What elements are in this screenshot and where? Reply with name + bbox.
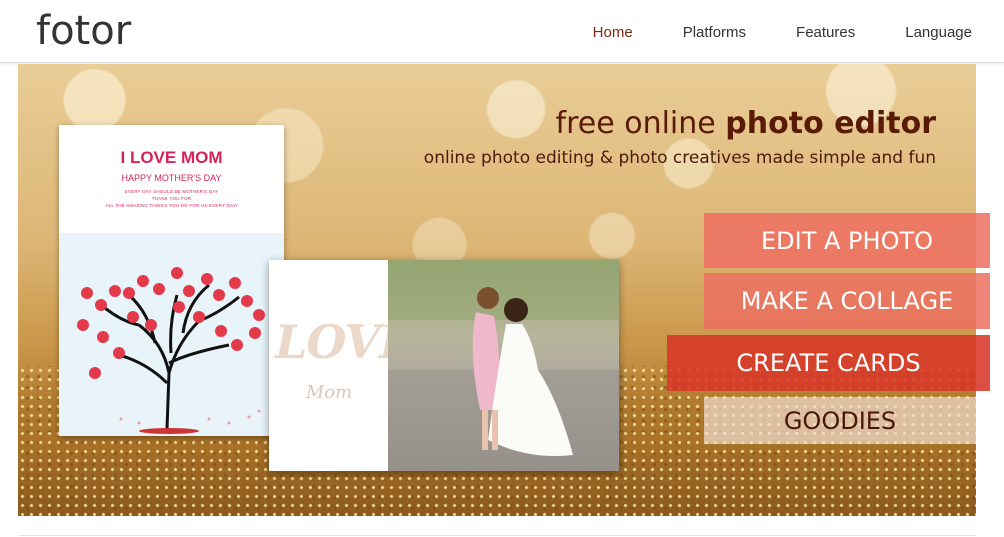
card-text-area: I LOVE MOM HAPPY MOTHER'S DAY EVERY DAY …	[59, 125, 284, 233]
card-line-2: THANK YOU FOR	[151, 196, 192, 201]
main-nav: Home Platforms Features Language	[593, 24, 972, 41]
site-header: fotor Home Platforms Features Language	[0, 0, 1004, 63]
card-subtitle: HAPPY MOTHER'S DAY	[121, 173, 222, 183]
headline-light: free online	[555, 106, 716, 141]
photo-figures	[388, 260, 619, 471]
heart-tree-illustration	[77, 267, 265, 434]
goodies-button[interactable]: GOODIES	[704, 397, 976, 444]
card-line-3: ALL THE AMAZING THINGS YOU DO FOR US EVE…	[105, 203, 238, 208]
card-line-1: EVERY DAY SHOULD BE MOTHER'S DAY	[124, 189, 219, 194]
footer-divider	[18, 535, 976, 536]
make-collage-button[interactable]: MAKE A COLLAGE	[704, 273, 990, 329]
create-cards-button[interactable]: CREATE CARDS	[667, 335, 990, 391]
nav-home[interactable]: Home	[593, 24, 633, 41]
edit-photo-button[interactable]: EDIT A PHOTO	[704, 213, 990, 268]
hero-subline: online photo editing & photo creatives m…	[423, 148, 936, 168]
card-tree-area	[59, 233, 284, 436]
nav-language[interactable]: Language	[905, 24, 972, 41]
fotor-logo[interactable]: fotor	[36, 8, 131, 54]
love-text: LOVE	[275, 315, 414, 369]
mom-script-text: Mom	[305, 382, 353, 403]
nav-features[interactable]: Features	[796, 24, 855, 41]
love-mom-card: LOVE Mom	[269, 260, 619, 471]
mothers-day-card: I LOVE MOM HAPPY MOTHER'S DAY EVERY DAY …	[59, 125, 284, 436]
headline-bold: photo editor	[725, 106, 936, 141]
hero-headline: free online photo editor	[556, 106, 936, 141]
nav-platforms[interactable]: Platforms	[683, 24, 746, 41]
mother-daughter-photo	[388, 260, 619, 471]
card-title: I LOVE MOM	[120, 148, 223, 167]
